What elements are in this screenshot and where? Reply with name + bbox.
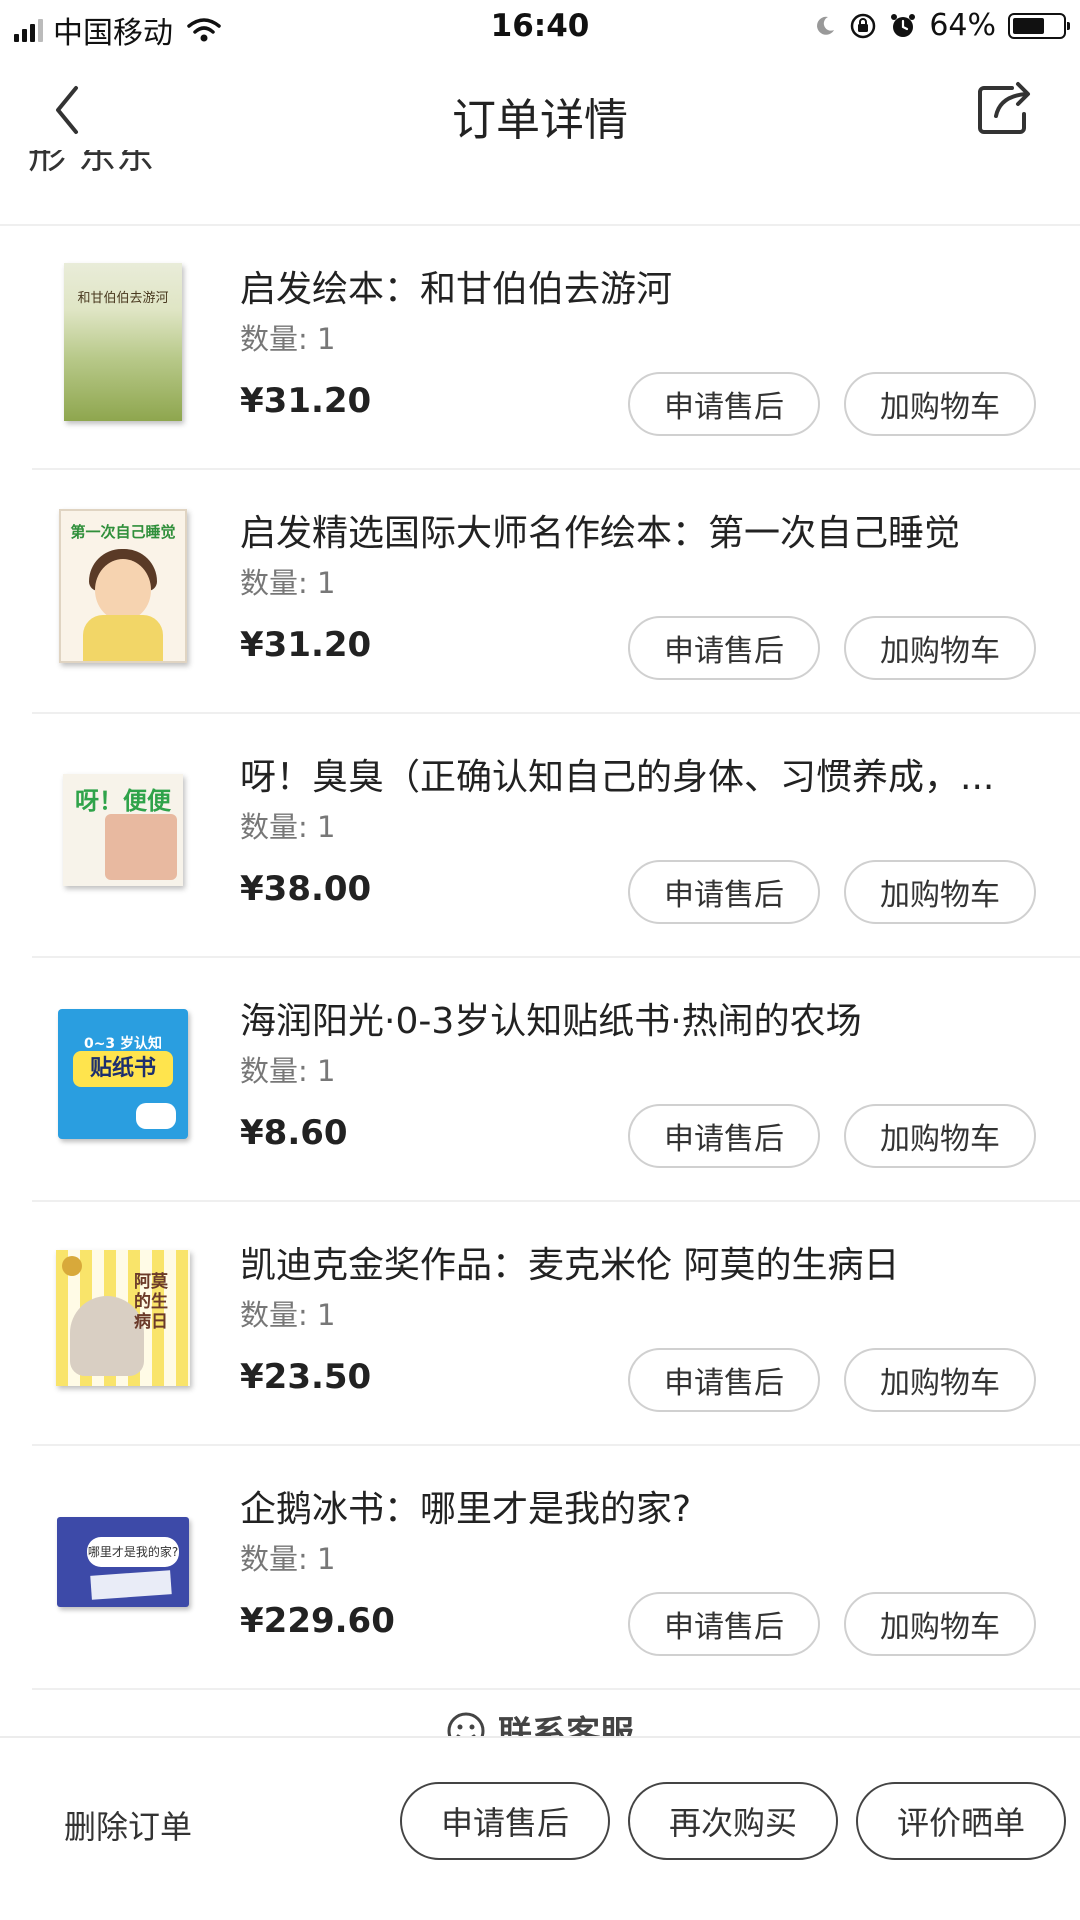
apply-aftersale-button[interactable]: 申请售后 bbox=[628, 1348, 820, 1412]
add-to-cart-button[interactable]: 加购物车 bbox=[844, 372, 1036, 436]
product-title[interactable]: 呀！臭臭（正确认知自己的身体、习惯养成，... bbox=[240, 748, 1030, 800]
product-thumbnail[interactable]: 哪里才是我的家? bbox=[40, 1482, 206, 1642]
apply-aftersale-button[interactable]: 申请售后 bbox=[628, 1592, 820, 1656]
delete-order-button[interactable]: 删除订单 bbox=[64, 1802, 192, 1848]
product-thumbnail[interactable]: 第一次自己睡觉 bbox=[40, 506, 206, 666]
order-item[interactable]: 第一次自己睡觉 启发精选国际大师名作绘本：第一次自己睡觉 数量: 1 ¥31.2… bbox=[0, 470, 1080, 714]
smiley-icon bbox=[447, 1712, 485, 1736]
product-quantity: 数量: 1 bbox=[240, 1542, 336, 1576]
product-thumbnail[interactable]: 0~3 岁认知 贴纸书 bbox=[40, 994, 206, 1154]
battery-fill bbox=[1013, 17, 1044, 34]
medal-icon bbox=[62, 1256, 82, 1276]
book-cover-image: 0~3 岁认知 贴纸书 bbox=[58, 1009, 188, 1139]
battery-percent: 64% bbox=[929, 8, 996, 43]
rotation-lock-icon bbox=[851, 13, 876, 38]
nav-bar: 订单详情 bbox=[0, 60, 1080, 160]
product-price: ¥31.20 bbox=[240, 381, 372, 421]
product-title[interactable]: 启发精选国际大师名作绘本：第一次自己睡觉 bbox=[240, 504, 1030, 556]
rebuy-button[interactable]: 再次购买 bbox=[628, 1782, 838, 1860]
add-to-cart-button[interactable]: 加购物车 bbox=[844, 1592, 1036, 1656]
order-item[interactable]: 和甘伯伯去游河 启发绘本：和甘伯伯去游河 数量: 1 ¥31.20 申请售后 加… bbox=[0, 226, 1080, 470]
apply-aftersale-button[interactable]: 申请售后 bbox=[628, 616, 820, 680]
add-to-cart-button[interactable]: 加购物车 bbox=[844, 616, 1036, 680]
divider bbox=[32, 1688, 1080, 1690]
order-item[interactable]: 0~3 岁认知 贴纸书 海润阳光·0-3岁认知贴纸书·热闹的农场 数量: 1 ¥… bbox=[0, 958, 1080, 1202]
product-quantity: 数量: 1 bbox=[240, 1298, 336, 1332]
battery-icon bbox=[1008, 12, 1070, 39]
cover-title: 呀！便便 bbox=[75, 787, 171, 815]
book-cover-image: 和甘伯伯去游河 bbox=[64, 263, 182, 421]
product-quantity: 数量: 1 bbox=[240, 322, 336, 356]
product-price: ¥38.00 bbox=[240, 869, 372, 909]
product-quantity: 数量: 1 bbox=[240, 1054, 336, 1088]
order-items-list: 和甘伯伯去游河 启发绘本：和甘伯伯去游河 数量: 1 ¥31.20 申请售后 加… bbox=[0, 226, 1080, 1690]
alarm-icon bbox=[891, 13, 916, 37]
product-quantity: 数量: 1 bbox=[240, 566, 336, 600]
book-cover-image: 阿莫的生病日 bbox=[56, 1250, 190, 1386]
book-cover-image: 第一次自己睡觉 bbox=[59, 509, 187, 663]
order-item[interactable]: 哪里才是我的家? 企鹅冰书：哪里才是我的家? 数量: 1 ¥229.60 申请售… bbox=[0, 1446, 1080, 1690]
share-button[interactable] bbox=[974, 78, 1036, 140]
product-price: ¥8.60 bbox=[240, 1113, 348, 1153]
order-item[interactable]: 阿莫的生病日 凯迪克金奖作品：麦克米伦 阿莫的生病日 数量: 1 ¥23.50 … bbox=[0, 1202, 1080, 1446]
cover-title: 阿莫的生病日 bbox=[134, 1272, 168, 1332]
apply-aftersale-button[interactable]: 申请售后 bbox=[400, 1782, 610, 1860]
bottom-action-bar: 删除订单 申请售后 再次购买 评价晒单 bbox=[0, 1736, 1080, 1920]
status-right: 64% bbox=[813, 8, 1070, 43]
cover-subtitle: 0~3 岁认知 bbox=[83, 1036, 163, 1052]
share-icon bbox=[978, 82, 1030, 134]
contact-service-label: 联系客服 bbox=[498, 1714, 634, 1736]
cover-title: 哪里才是我的家? bbox=[87, 1537, 179, 1567]
cover-title: 第一次自己睡觉 bbox=[70, 523, 176, 541]
product-thumbnail[interactable]: 呀！便便 bbox=[40, 750, 206, 910]
book-cover-image: 呀！便便 bbox=[63, 774, 183, 886]
product-thumbnail[interactable]: 阿莫的生病日 bbox=[40, 1238, 206, 1398]
review-button[interactable]: 评价晒单 bbox=[856, 1782, 1066, 1860]
apply-aftersale-button[interactable]: 申请售后 bbox=[628, 860, 820, 924]
product-title[interactable]: 凯迪克金奖作品：麦克米伦 阿莫的生病日 bbox=[240, 1236, 1030, 1288]
contact-service-button[interactable]: 联系客服 bbox=[0, 1700, 1080, 1736]
cover-title: 贴纸书 bbox=[73, 1051, 173, 1087]
cover-title: 和甘伯伯去游河 bbox=[77, 291, 169, 306]
product-thumbnail[interactable]: 和甘伯伯去游河 bbox=[40, 262, 206, 422]
moon-icon bbox=[817, 16, 835, 35]
add-to-cart-button[interactable]: 加购物车 bbox=[844, 1104, 1036, 1168]
apply-aftersale-button[interactable]: 申请售后 bbox=[628, 1104, 820, 1168]
add-to-cart-button[interactable]: 加购物车 bbox=[844, 860, 1036, 924]
order-item[interactable]: 呀！便便 呀！臭臭（正确认知自己的身体、习惯养成，... 数量: 1 ¥38.0… bbox=[0, 714, 1080, 958]
add-to-cart-button[interactable]: 加购物车 bbox=[844, 1348, 1036, 1412]
apply-aftersale-button[interactable]: 申请售后 bbox=[628, 372, 820, 436]
product-price: ¥229.60 bbox=[240, 1601, 395, 1641]
product-price: ¥23.50 bbox=[240, 1357, 372, 1397]
product-price: ¥31.20 bbox=[240, 625, 372, 665]
status-bar: 中国移动 16:40 64% bbox=[0, 0, 1080, 56]
product-quantity: 数量: 1 bbox=[240, 810, 336, 844]
page-title: 订单详情 bbox=[452, 95, 628, 146]
product-title[interactable]: 启发绘本：和甘伯伯去游河 bbox=[240, 260, 1030, 312]
book-cover-image: 哪里才是我的家? bbox=[57, 1517, 189, 1607]
shop-name-partial: 形 东东 bbox=[28, 150, 155, 177]
product-title[interactable]: 企鹅冰书：哪里才是我的家? bbox=[240, 1480, 1030, 1532]
product-title[interactable]: 海润阳光·0-3岁认知贴纸书·热闹的农场 bbox=[240, 992, 1030, 1044]
